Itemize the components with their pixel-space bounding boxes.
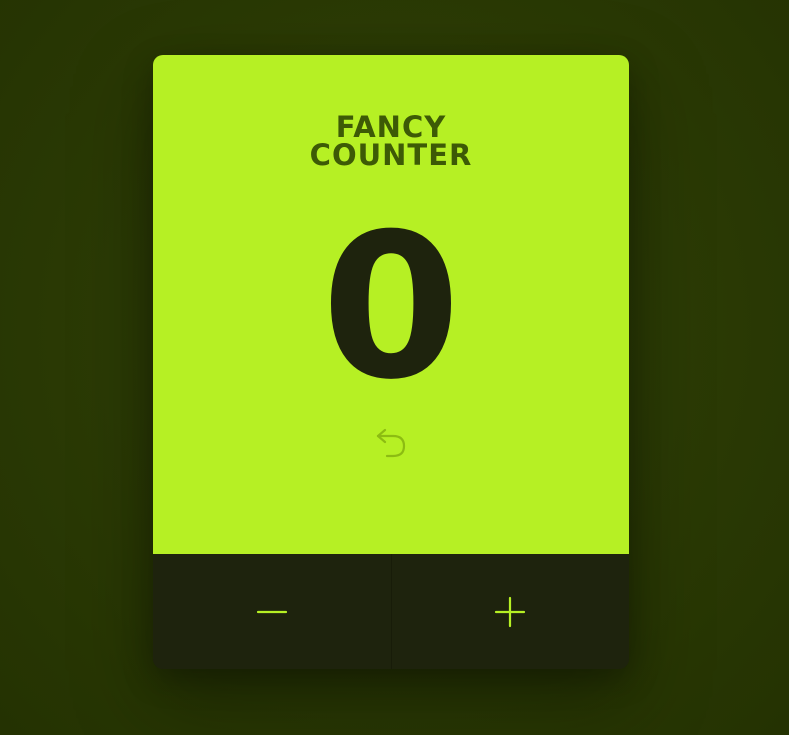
count-value: 0 <box>321 191 461 424</box>
counter-controls <box>153 554 629 669</box>
counter-card: FANCY COUNTER 0 <box>153 55 629 669</box>
undo-arrow-icon <box>376 428 406 458</box>
reset-button[interactable] <box>373 425 409 461</box>
title-line-2: COUNTER <box>309 138 473 172</box>
counter-display: FANCY COUNTER 0 <box>153 55 629 554</box>
app-title: FANCY COUNTER <box>153 110 629 172</box>
plus-icon <box>495 596 526 627</box>
minus-icon <box>256 610 287 613</box>
increment-button[interactable] <box>391 554 629 669</box>
decrement-button[interactable] <box>153 554 392 669</box>
title-line-1: FANCY <box>335 110 447 144</box>
